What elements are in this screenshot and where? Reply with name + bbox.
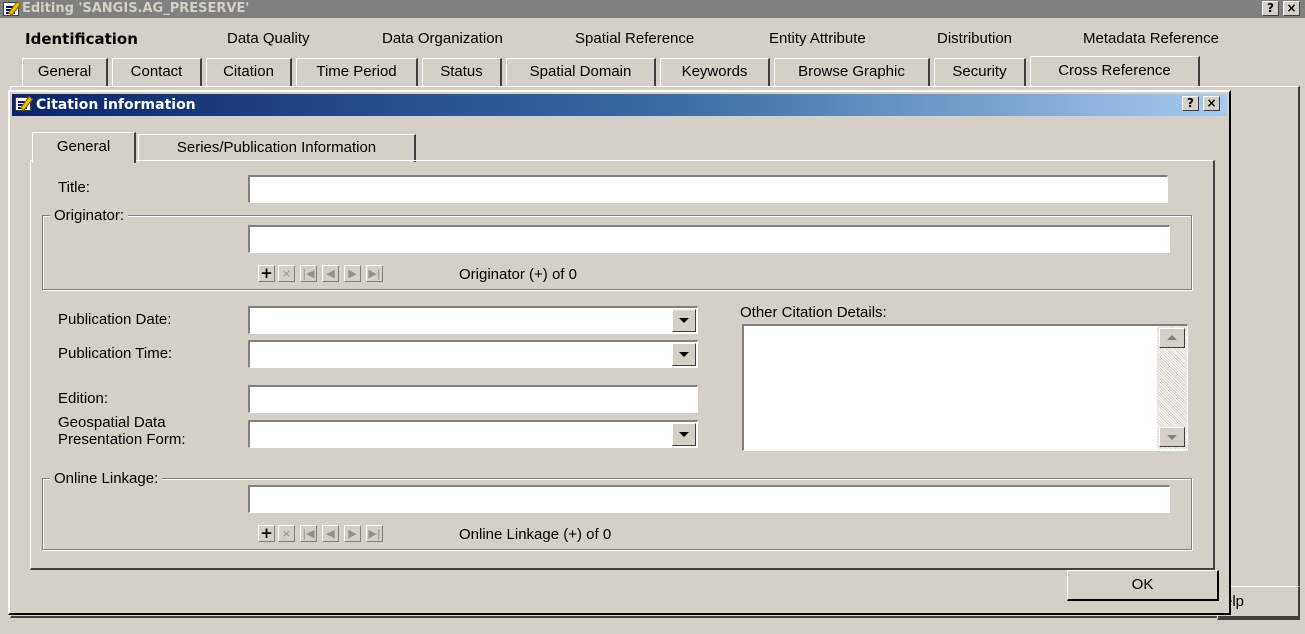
chevron-down-icon[interactable] bbox=[672, 309, 696, 332]
section-spatial-reference[interactable]: Spatial Reference bbox=[575, 30, 694, 47]
originator-count: Originator (+) of 0 bbox=[459, 266, 577, 283]
online-linkage-label: Online Linkage: bbox=[50, 470, 163, 487]
section-distribution[interactable]: Distribution bbox=[937, 30, 1012, 47]
next-online-linkage-button[interactable]: ▶ bbox=[344, 525, 361, 542]
add-online-linkage-button[interactable]: + bbox=[258, 525, 275, 542]
publication-date-combo[interactable] bbox=[248, 306, 698, 334]
last-online-linkage-button[interactable]: ▶| bbox=[366, 525, 383, 542]
scroll-down-button[interactable] bbox=[1159, 427, 1185, 447]
tab-security[interactable]: Security bbox=[934, 58, 1026, 86]
section-data-quality[interactable]: Data Quality bbox=[227, 30, 310, 47]
first-originator-button[interactable]: |◀ bbox=[300, 265, 317, 282]
section-metadata-reference[interactable]: Metadata Reference bbox=[1083, 30, 1219, 47]
dialog-title-bar[interactable]: Citation information bbox=[12, 94, 1227, 116]
prev-online-linkage-button[interactable]: ◀ bbox=[322, 525, 339, 542]
tab-contact[interactable]: Contact bbox=[112, 58, 202, 86]
geospatial-form-label-line2: Presentation Form: bbox=[58, 431, 186, 448]
dialog-title: Citation information bbox=[36, 97, 196, 113]
geospatial-form-label-line1: Geospatial Data bbox=[58, 414, 166, 431]
originator-label: Originator: bbox=[50, 207, 129, 224]
title-input[interactable] bbox=[248, 175, 1168, 203]
prev-originator-button[interactable]: ◀ bbox=[322, 265, 339, 282]
originator-input[interactable] bbox=[248, 225, 1170, 253]
section-entity-attribute[interactable]: Entity Attribute bbox=[769, 30, 866, 47]
tab-general[interactable]: General bbox=[22, 58, 108, 86]
other-citation-details-label: Other Citation Details: bbox=[740, 304, 887, 321]
outer-close-button[interactable]: × bbox=[1283, 1, 1300, 16]
edition-label: Edition: bbox=[58, 390, 109, 407]
citation-information-dialog: Citation information ? × General Series/… bbox=[8, 90, 1231, 615]
add-originator-button[interactable]: + bbox=[258, 265, 275, 282]
scroll-up-button[interactable] bbox=[1159, 328, 1185, 348]
online-linkage-count: Online Linkage (+) of 0 bbox=[459, 526, 612, 543]
tab-general[interactable]: General bbox=[32, 132, 136, 163]
first-online-linkage-button[interactable]: |◀ bbox=[300, 525, 317, 542]
delete-online-linkage-button[interactable]: × bbox=[278, 525, 295, 542]
tab-citation[interactable]: Citation bbox=[206, 58, 292, 86]
chevron-down-icon[interactable] bbox=[672, 343, 696, 366]
tab-status[interactable]: Status bbox=[422, 58, 502, 86]
ok-button[interactable]: OK bbox=[1067, 570, 1219, 601]
vertical-scrollbar[interactable] bbox=[1157, 326, 1187, 449]
edit-document-icon bbox=[15, 97, 31, 111]
tab-spatial-domain[interactable]: Spatial Domain bbox=[506, 58, 656, 86]
publication-time-label: Publication Time: bbox=[58, 345, 173, 362]
tab-time-period[interactable]: Time Period bbox=[296, 58, 418, 86]
outer-help-button[interactable]: ? bbox=[1262, 1, 1279, 16]
delete-originator-button[interactable]: × bbox=[278, 265, 295, 282]
edition-input[interactable] bbox=[248, 385, 698, 413]
tab-series-publication-information[interactable]: Series/Publication Information bbox=[138, 134, 416, 162]
publication-date-label: Publication Date: bbox=[58, 311, 172, 328]
outer-window-title: Editing 'SANGIS.AG_PRESERVE' bbox=[22, 1, 250, 16]
tab-browse-graphic[interactable]: Browse Graphic bbox=[774, 58, 930, 86]
tab-cross-reference[interactable]: Cross Reference bbox=[1030, 56, 1200, 86]
online-linkage-input[interactable] bbox=[248, 485, 1170, 513]
geospatial-presentation-form-combo[interactable] bbox=[248, 420, 698, 448]
tab-keywords[interactable]: Keywords bbox=[660, 58, 770, 86]
dialog-help-button[interactable]: ? bbox=[1182, 96, 1199, 111]
title-label: Title: bbox=[58, 179, 90, 196]
edit-document-icon bbox=[3, 2, 19, 16]
outer-window-title-bar[interactable]: Editing 'SANGIS.AG_PRESERVE' bbox=[0, 0, 1305, 18]
section-data-organization[interactable]: Data Organization bbox=[382, 30, 503, 47]
section-identification[interactable]: Identification bbox=[25, 30, 138, 48]
chevron-down-icon[interactable] bbox=[672, 423, 696, 446]
other-citation-details-textarea[interactable] bbox=[742, 324, 1188, 451]
last-originator-button[interactable]: ▶| bbox=[366, 265, 383, 282]
publication-time-combo[interactable] bbox=[248, 340, 698, 368]
dialog-close-button[interactable]: × bbox=[1203, 96, 1220, 111]
next-originator-button[interactable]: ▶ bbox=[344, 265, 361, 282]
